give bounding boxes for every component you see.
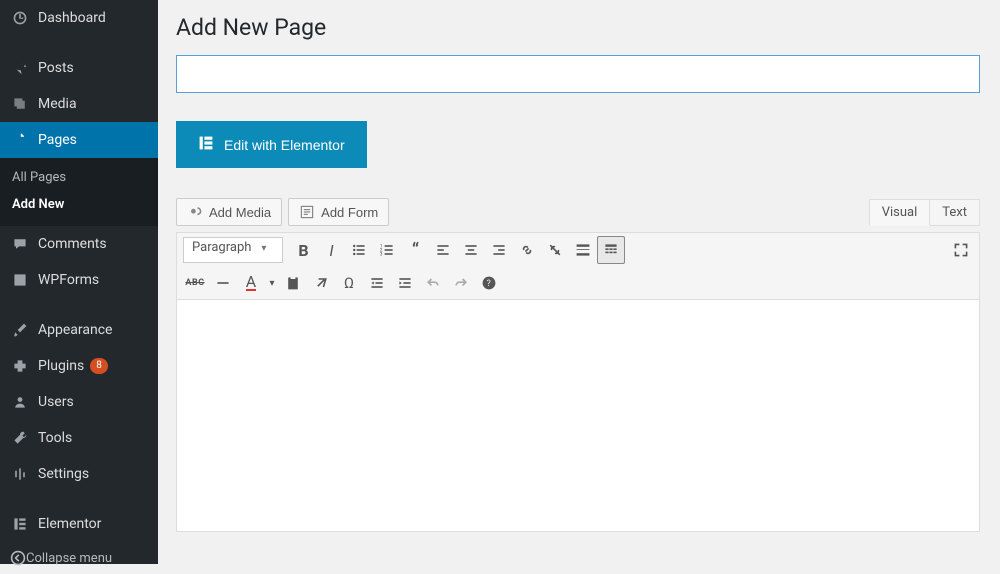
sidebar-item-dashboard[interactable]: Dashboard	[0, 0, 158, 36]
edit-with-elementor-button[interactable]: Edit with Elementor	[176, 121, 367, 168]
sidebar-item-appearance[interactable]: Appearance	[0, 312, 158, 348]
media-icon	[10, 94, 30, 114]
brush-icon	[10, 320, 30, 340]
user-icon	[10, 392, 30, 412]
bullet-list-button[interactable]	[345, 236, 373, 264]
number-list-button[interactable]: 123	[373, 236, 401, 264]
redo-button[interactable]	[447, 269, 475, 297]
tab-text[interactable]: Text	[930, 199, 980, 226]
admin-sidebar: Dashboard Posts Media Pages All Pages Ad…	[0, 0, 158, 564]
sidebar-item-label: Media	[38, 96, 77, 112]
collapse-label: Collapse menu	[26, 551, 112, 566]
wrench-icon	[10, 428, 30, 448]
sidebar-item-pages[interactable]: Pages	[0, 122, 158, 158]
unlink-button[interactable]	[541, 236, 569, 264]
add-media-label: Add Media	[209, 205, 271, 220]
sidebar-item-label: Comments	[38, 236, 107, 252]
align-left-button[interactable]	[429, 236, 457, 264]
outdent-button[interactable]	[363, 269, 391, 297]
sidebar-item-wpforms[interactable]: WPForms	[0, 262, 158, 298]
bold-button[interactable]: B	[289, 236, 317, 264]
indent-button[interactable]	[391, 269, 419, 297]
sidebar-item-label: Plugins	[38, 358, 84, 374]
sidebar-item-users[interactable]: Users	[0, 384, 158, 420]
sidebar-item-label: WPForms	[38, 272, 99, 288]
add-form-button[interactable]: Add Form	[288, 198, 389, 226]
text-color-button[interactable]: A	[237, 269, 265, 297]
format-select-label: Paragraph	[192, 240, 251, 255]
pages-icon	[10, 130, 30, 150]
text-color-dropdown[interactable]: ▾	[265, 269, 279, 297]
editor-content-area[interactable]	[177, 300, 979, 530]
main-content: Add New Page Edit with Elementor Add Med…	[158, 0, 1000, 564]
form-icon	[299, 204, 315, 220]
strikethrough-button[interactable]: ABC	[181, 269, 209, 297]
align-right-button[interactable]	[485, 236, 513, 264]
svg-text:?: ?	[487, 279, 491, 289]
align-center-button[interactable]	[457, 236, 485, 264]
clear-format-button[interactable]	[307, 269, 335, 297]
sidebar-item-label: Dashboard	[38, 10, 106, 26]
sidebar-item-tools[interactable]: Tools	[0, 420, 158, 456]
pin-icon	[10, 58, 30, 78]
editor-toolbar: Paragraph B I 123 “ AB	[177, 233, 979, 300]
sidebar-item-posts[interactable]: Posts	[0, 50, 158, 86]
plugin-icon	[10, 356, 30, 376]
add-form-label: Add Form	[321, 205, 378, 220]
sidebar-item-elementor[interactable]: Elementor	[0, 506, 158, 542]
comments-icon	[10, 234, 30, 254]
sidebar-item-label: Users	[38, 394, 74, 410]
format-select[interactable]: Paragraph	[183, 237, 283, 263]
undo-button[interactable]	[419, 269, 447, 297]
submenu-all-pages[interactable]: All Pages	[0, 164, 158, 191]
sidebar-item-comments[interactable]: Comments	[0, 226, 158, 262]
sidebar-item-label: Posts	[38, 60, 74, 76]
sidebar-item-label: Pages	[38, 132, 77, 148]
help-button[interactable]: ?	[475, 269, 503, 297]
sidebar-item-settings[interactable]: Settings	[0, 456, 158, 492]
paste-text-button[interactable]	[279, 269, 307, 297]
elementor-icon	[10, 514, 30, 534]
submenu-add-new[interactable]: Add New	[0, 191, 158, 218]
toolbar-toggle-button[interactable]	[597, 236, 625, 264]
sidebar-item-label: Elementor	[38, 516, 101, 532]
sidebar-item-label: Appearance	[38, 322, 112, 338]
fullscreen-button[interactable]	[947, 236, 975, 264]
sidebar-item-plugins[interactable]: Plugins 8	[0, 348, 158, 384]
hr-button[interactable]	[209, 269, 237, 297]
sidebar-item-label: Tools	[38, 430, 72, 446]
blockquote-button[interactable]: “	[401, 236, 429, 264]
plugin-update-badge: 8	[90, 358, 108, 374]
link-button[interactable]	[513, 236, 541, 264]
page-title: Add New Page	[176, 14, 980, 41]
media-icon	[187, 204, 203, 220]
settings-icon	[10, 464, 30, 484]
read-more-button[interactable]	[569, 236, 597, 264]
svg-text:3: 3	[380, 252, 383, 258]
dashboard-icon	[10, 8, 30, 28]
collapse-menu-button[interactable]: Collapse menu	[0, 542, 158, 574]
elementor-icon	[198, 135, 214, 154]
wpforms-icon	[10, 270, 30, 290]
add-media-button[interactable]: Add Media	[176, 198, 282, 226]
elementor-button-label: Edit with Elementor	[224, 137, 345, 153]
post-title-input[interactable]	[176, 55, 980, 93]
tab-visual[interactable]: Visual	[869, 199, 931, 226]
italic-button[interactable]: I	[317, 236, 345, 264]
editor-container: Paragraph B I 123 “ AB	[176, 232, 980, 532]
sidebar-item-media[interactable]: Media	[0, 86, 158, 122]
pages-submenu: All Pages Add New	[0, 158, 158, 226]
special-char-button[interactable]: Ω	[335, 269, 363, 297]
sidebar-item-label: Settings	[38, 466, 89, 482]
